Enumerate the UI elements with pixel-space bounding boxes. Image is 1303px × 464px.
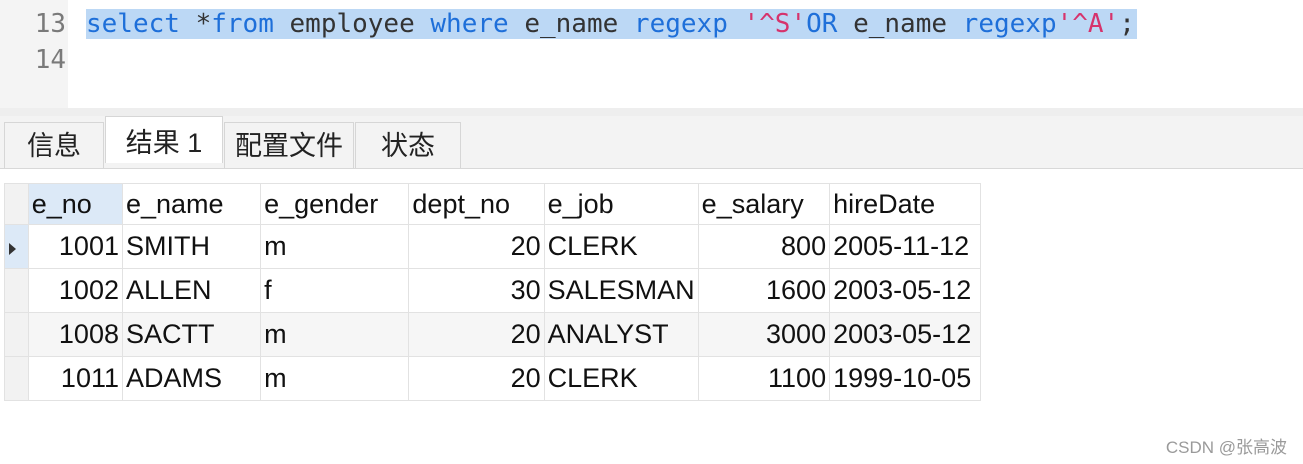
row-indicator[interactable] [4, 356, 29, 401]
keyword-from: from [211, 9, 274, 39]
cell-hiredate[interactable]: 2003-05-12 [829, 268, 981, 313]
current-row-indicator[interactable] [4, 224, 29, 269]
tab-result-1[interactable]: 结果 1 [105, 116, 223, 163]
selected-text: select *from employee where e_name regex… [86, 9, 1137, 39]
keyword-regexp: regexp [633, 9, 728, 39]
star-token: * [195, 9, 212, 39]
cell-dept-no[interactable]: 20 [408, 356, 545, 401]
watermark: CSDN @张高波 [1165, 438, 1287, 457]
cell-e-job[interactable]: SALESMAN [543, 268, 699, 313]
cell-hiredate[interactable]: 2003-05-12 [829, 312, 981, 357]
column-name: e_name [853, 9, 948, 39]
cell-e-no[interactable]: 1008 [27, 312, 123, 357]
cell-e-salary[interactable]: 1600 [697, 268, 831, 313]
table-name: employee [289, 9, 415, 39]
cell-dept-no[interactable]: 20 [408, 312, 545, 357]
cell-e-job[interactable]: CLERK [543, 356, 699, 401]
cell-dept-no[interactable]: 20 [408, 224, 545, 269]
keyword-select: select [86, 9, 180, 39]
tab-profile[interactable]: 配置文件 [224, 122, 354, 168]
cell-e-gender[interactable]: m [260, 312, 410, 357]
cell-hiredate[interactable]: 1999-10-05 [829, 356, 981, 401]
row-pointer-icon [9, 243, 16, 255]
keyword-regexp: regexp [962, 9, 1057, 39]
keyword-or: OR [806, 9, 838, 39]
cell-hiredate[interactable]: 2005-11-12 [829, 224, 981, 269]
line-number: 14 [34, 45, 66, 75]
sql-editor[interactable]: 13 14 select *from employee where e_name… [0, 0, 1303, 108]
column-name: e_name [524, 9, 619, 39]
row-indicator[interactable] [4, 268, 29, 313]
cell-e-salary[interactable]: 800 [697, 224, 831, 269]
column-header-e-job[interactable]: e_job [543, 183, 699, 225]
tab-status[interactable]: 状态 [355, 122, 461, 168]
results-grid[interactable]: e_no e_name e_gender dept_no e_job e_sal… [4, 183, 981, 401]
cell-e-gender[interactable]: f [260, 268, 410, 313]
cell-e-no[interactable]: 1002 [27, 268, 123, 313]
cell-e-no[interactable]: 1001 [27, 224, 123, 269]
cell-e-name[interactable]: ADAMS [121, 356, 262, 401]
table-row[interactable]: 1011 ADAMS m 20 CLERK 1100 1999-10-05 [4, 356, 981, 401]
cell-e-salary[interactable]: 3000 [697, 312, 831, 357]
sql-query-line[interactable]: select *from employee where e_name regex… [86, 6, 1137, 42]
column-header-e-no[interactable]: e_no [27, 183, 123, 225]
header-row: e_no e_name e_gender dept_no e_job e_sal… [4, 183, 981, 225]
column-header-e-gender[interactable]: e_gender [260, 183, 410, 225]
splitter[interactable] [0, 108, 1303, 116]
row-indicator-header [4, 183, 29, 225]
result-tab-bar: 信息 结果 1 配置文件 状态 [0, 116, 1303, 169]
line-number: 13 [34, 9, 66, 39]
string-literal: '^A' [1056, 9, 1120, 39]
cell-e-no[interactable]: 1011 [27, 356, 123, 401]
cell-dept-no[interactable]: 30 [408, 268, 545, 313]
cell-e-gender[interactable]: m [260, 356, 410, 401]
table-row[interactable]: 1008 SACTT m 20 ANALYST 3000 2003-05-12 [4, 312, 981, 357]
table-row[interactable]: 1002 ALLEN f 30 SALESMAN 1600 2003-05-12 [4, 268, 981, 313]
cell-e-name[interactable]: SMITH [121, 224, 262, 269]
cell-e-gender[interactable]: m [260, 224, 410, 269]
cell-e-name[interactable]: SACTT [121, 312, 262, 357]
column-header-e-salary[interactable]: e_salary [697, 183, 831, 225]
tab-info[interactable]: 信息 [4, 122, 104, 168]
semicolon: ; [1119, 9, 1135, 39]
line-number-gutter: 13 14 [0, 0, 68, 108]
cell-e-job[interactable]: ANALYST [543, 312, 699, 357]
string-literal: '^S' [743, 9, 807, 39]
results-table: e_no e_name e_gender dept_no e_job e_sal… [4, 183, 981, 401]
column-header-dept-no[interactable]: dept_no [408, 183, 545, 225]
cell-e-salary[interactable]: 1100 [697, 356, 831, 401]
cell-e-name[interactable]: ALLEN [121, 268, 262, 313]
table-row[interactable]: 1001 SMITH m 20 CLERK 800 2005-11-12 [4, 224, 981, 269]
cell-e-job[interactable]: CLERK [543, 224, 699, 269]
column-header-e-name[interactable]: e_name [121, 183, 262, 225]
row-indicator[interactable] [4, 312, 29, 357]
keyword-where: where [430, 9, 509, 39]
column-header-hiredate[interactable]: hireDate [829, 183, 981, 225]
